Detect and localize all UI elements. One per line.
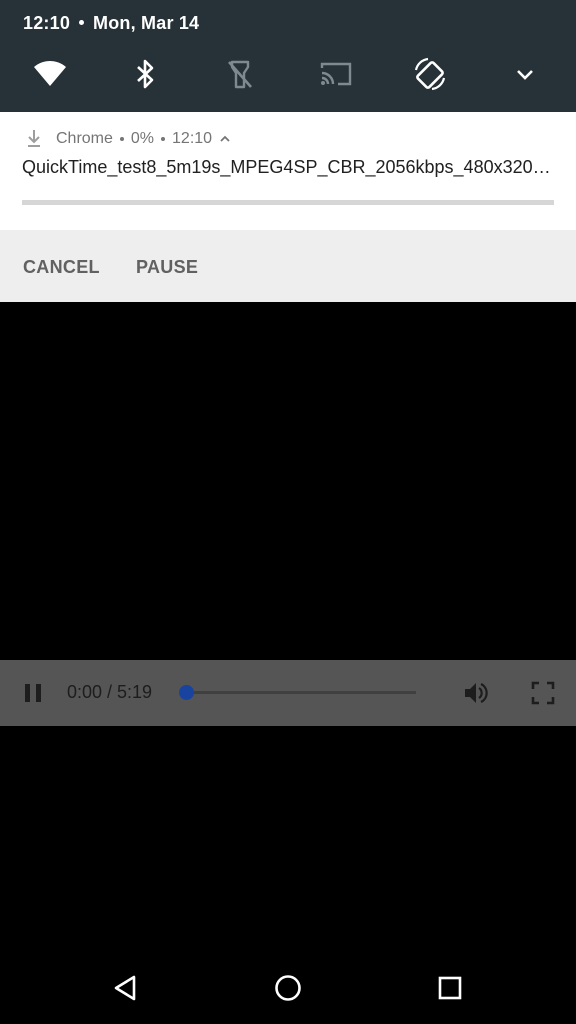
pause-button[interactable]: PAUSE xyxy=(136,257,198,278)
pause-icon[interactable] xyxy=(19,679,47,707)
home-icon[interactable] xyxy=(272,972,304,1004)
download-progress-bar xyxy=(22,200,554,205)
quick-settings-panel: 12:10 Mon, Mar 14 xyxy=(0,0,576,112)
navigation-bar xyxy=(0,952,576,1024)
download-icon xyxy=(28,130,40,147)
notification-progress-text: 0% xyxy=(130,130,155,147)
status-row: 12:10 Mon, Mar 14 xyxy=(23,13,199,34)
notification-header: Chrome 0% 12:10 xyxy=(24,129,232,149)
download-notification[interactable]: Chrome 0% 12:10 QuickTime_test8_5m19s_MP… xyxy=(0,112,576,230)
time-display: 0:00 / 5:19 xyxy=(67,682,153,702)
seek-bar[interactable] xyxy=(178,685,416,700)
cancel-button[interactable]: CANCEL xyxy=(23,257,100,278)
auto-rotate-icon[interactable] xyxy=(412,56,448,92)
notification-actions: CANCEL PAUSE xyxy=(0,230,576,302)
collapse-chevron-icon[interactable] xyxy=(218,132,232,146)
fullscreen-icon[interactable] xyxy=(529,679,557,707)
flashlight-off-icon[interactable] xyxy=(222,56,258,92)
recents-icon[interactable] xyxy=(434,972,466,1004)
status-date: Mon, Mar 14 xyxy=(93,13,200,33)
seek-thumb[interactable] xyxy=(178,685,194,700)
video-area[interactable] xyxy=(0,302,576,952)
status-time: 12:10 xyxy=(23,13,71,33)
notification-time: 12:10 xyxy=(172,130,213,147)
back-icon[interactable] xyxy=(110,972,142,1004)
expand-chevron-icon[interactable] xyxy=(507,56,543,92)
cast-icon[interactable] xyxy=(318,56,354,92)
notification-app-name: Chrome xyxy=(56,130,113,147)
separator-dot xyxy=(161,137,166,141)
separator-dot xyxy=(79,20,85,26)
separator-dot xyxy=(119,137,124,141)
wifi-icon[interactable] xyxy=(32,56,68,92)
volume-icon[interactable] xyxy=(462,679,490,707)
android-screen: 12:10 Mon, Mar 14 Chrome 0% 12:10 QuickT… xyxy=(0,0,576,1024)
bluetooth-icon[interactable] xyxy=(127,56,163,92)
notification-title: QuickTime_test8_5m19s_MPEG4SP_CBR_2056kb… xyxy=(22,157,556,177)
video-controls: 0:00 / 5:19 xyxy=(0,660,576,726)
